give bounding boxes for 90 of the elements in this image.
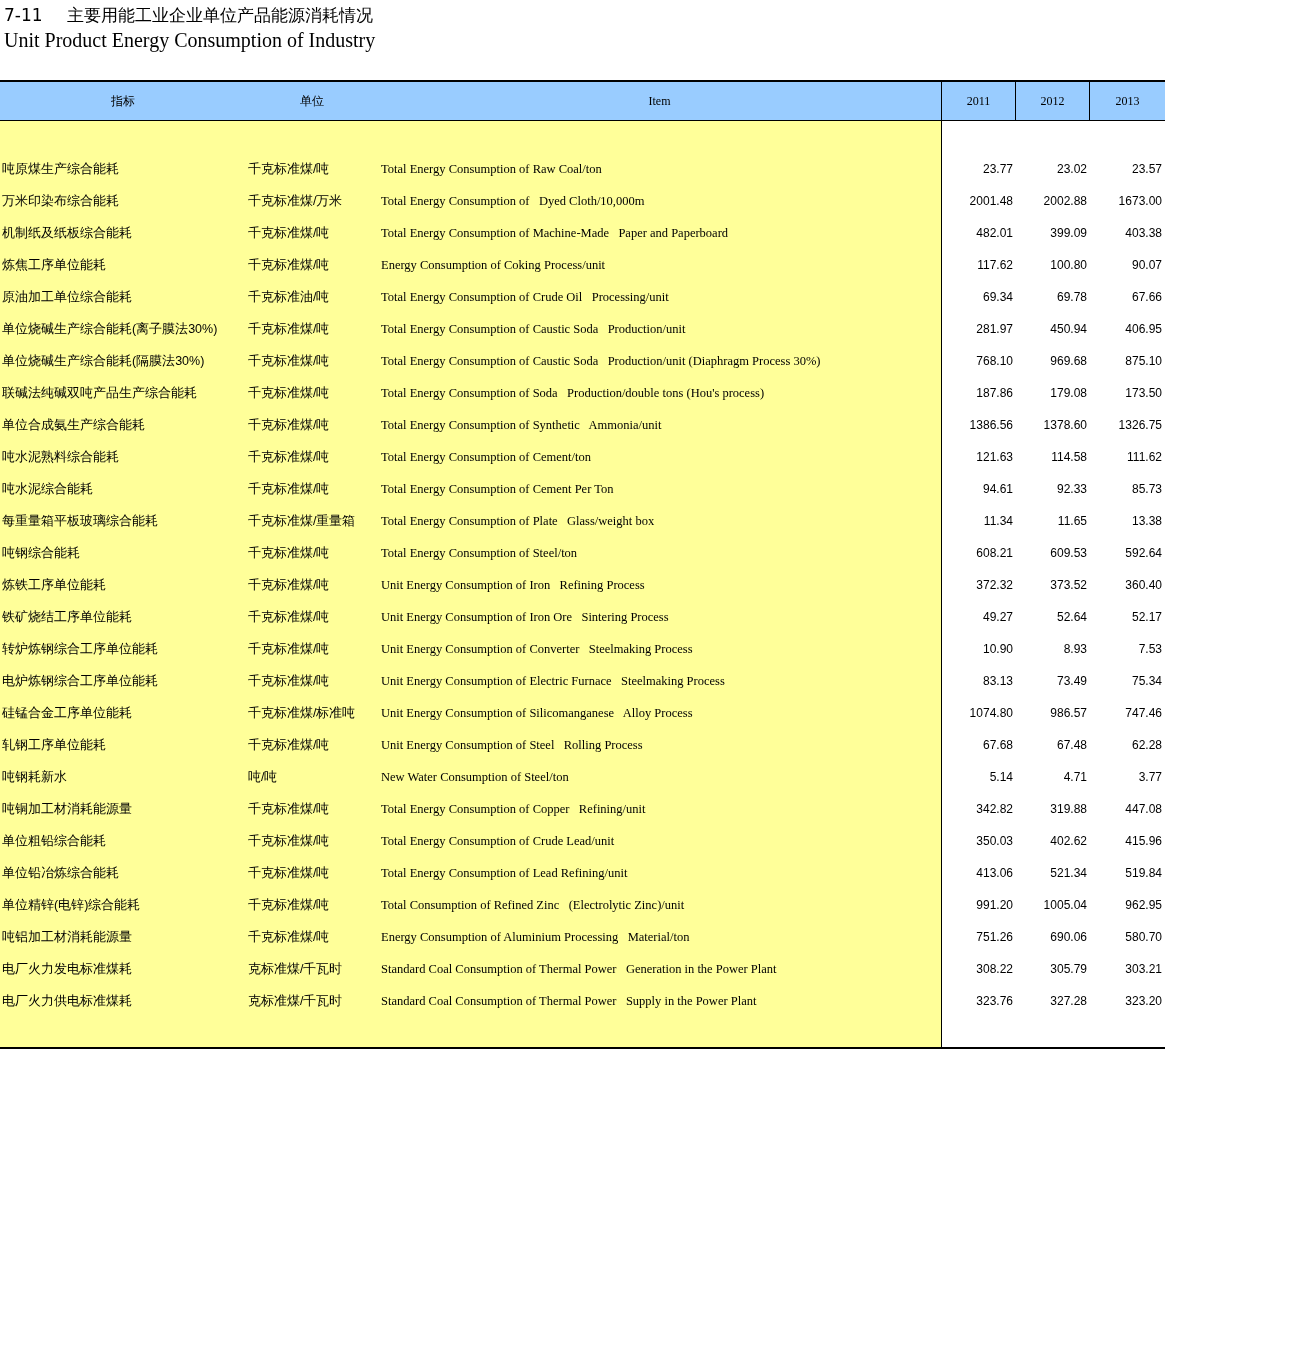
indicator-cell: 原油加工单位综合能耗 xyxy=(0,281,245,313)
column-header: 2012 xyxy=(1016,82,1090,120)
indicator-cell: 吨原煤生产综合能耗 xyxy=(0,153,245,185)
item-cell: Total Energy Consumption of Lead Refining/unit xyxy=(378,857,942,889)
english-title: Unit Product Energy Consumption of Industry xyxy=(3,28,376,54)
unit-cell: 千克标准煤/吨 xyxy=(245,601,378,633)
indicator-cell: 吨钢综合能耗 xyxy=(0,537,245,569)
unit-cell: 克标准煤/千瓦时 xyxy=(245,985,378,1017)
item-cell: Total Energy Consumption of Cement/ton xyxy=(378,441,942,473)
table-number: 7-11 xyxy=(4,4,43,26)
indicator-cell: 轧钢工序单位能耗 xyxy=(0,729,245,761)
unit-cell: 千克标准煤/吨 xyxy=(245,249,378,281)
unit-cell: 吨/吨 xyxy=(245,761,378,793)
unit-cell: 千克标准煤/吨 xyxy=(245,153,378,185)
unit-cell: 千克标准煤/吨 xyxy=(245,633,378,665)
indicator-cell: 每重量箱平板玻璃综合能耗 xyxy=(0,505,245,537)
indicator-cell: 炼铁工序单位能耗 xyxy=(0,569,245,601)
indicator-cell: 铁矿烧结工序单位能耗 xyxy=(0,601,245,633)
indicator-cell: 吨铝加工材消耗能源量 xyxy=(0,921,245,953)
item-cell: Standard Coal Consumption of Thermal Power Generation in the Power Plant xyxy=(378,953,942,985)
indicator-cell: 硅锰合金工序单位能耗 xyxy=(0,697,245,729)
item-cell: Total Energy Consumption of Caustic Soda Production/unit xyxy=(378,313,942,345)
column-header: 2013 xyxy=(1114,92,1141,110)
indicator-cell: 单位精锌(电锌)综合能耗 xyxy=(0,889,245,921)
indicator-cell: 炼焦工序单位能耗 xyxy=(0,249,245,281)
indicator-cell: 吨水泥熟料综合能耗 xyxy=(0,441,245,473)
item-cell: Total Energy Consumption of Soda Production/double tons (Hou's process) xyxy=(378,377,942,409)
unit-cell: 千克标准煤/吨 xyxy=(245,921,378,953)
indicator-cell: 电厂火力发电标准煤耗 xyxy=(0,953,245,985)
item-cell: Total Energy Consumption of Steel/ton xyxy=(378,537,942,569)
unit-cell: 千克标准煤/吨 xyxy=(245,217,378,249)
unit-cell: 千克标准煤/吨 xyxy=(245,665,378,697)
unit-cell: 千克标准煤/重量箱 xyxy=(245,505,378,537)
column-header: 2011 xyxy=(942,82,1016,120)
column-header: Item xyxy=(378,82,942,120)
item-cell: Total Energy Consumption of Crude Lead/unit xyxy=(378,825,942,857)
item-cell: Energy Consumption of Aluminium Processing Material/ton xyxy=(378,921,942,953)
item-cell: Total Energy Consumption of Synthetic Ammonia/unit xyxy=(378,409,942,441)
item-cell: Total Consumption of Refined Zinc (Electrolytic Zinc)/unit xyxy=(378,889,942,921)
indicator-cell: 单位合成氨生产综合能耗 xyxy=(0,409,245,441)
unit-cell: 千克标准煤/吨 xyxy=(245,345,378,377)
unit-cell: 千克标准煤/吨 xyxy=(245,793,378,825)
item-cell: Total Energy Consumption of Copper Refining/unit xyxy=(378,793,942,825)
unit-cell: 千克标准煤/吨 xyxy=(245,441,378,473)
unit-cell: 千克标准油/吨 xyxy=(245,281,378,313)
item-cell: Unit Energy Consumption of Iron Refining Process xyxy=(378,569,942,601)
item-cell: Energy Consumption of Coking Process/unit xyxy=(378,249,942,281)
unit-cell: 千克标准煤/吨 xyxy=(245,889,378,921)
indicator-cell: 电炉炼钢综合工序单位能耗 xyxy=(0,665,245,697)
unit-cell: 千克标准煤/吨 xyxy=(245,857,378,889)
unit-cell: 千克标准煤/标准吨 xyxy=(245,697,378,729)
column-header: 单位 xyxy=(298,92,325,110)
column-header: 指标 xyxy=(109,92,136,110)
item-cell: Total Energy Consumption of Cement Per Ton xyxy=(378,473,942,505)
indicator-cell: 转炉炼钢综合工序单位能耗 xyxy=(0,633,245,665)
item-cell: Total Energy Consumption of Machine-Made Paper and Paperboard xyxy=(378,217,942,249)
unit-cell: 千克标准煤/吨 xyxy=(245,409,378,441)
chinese-title: 主要用能工业企业单位产品能源消耗情况 xyxy=(66,4,373,26)
unit-cell: 千克标准煤/吨 xyxy=(245,377,378,409)
item-cell: Total Energy Consumption of Crude Oil Processing/unit xyxy=(378,281,942,313)
indicator-cell: 单位烧碱生产综合能耗(隔膜法30%) xyxy=(0,345,245,377)
indicator-cell: 单位铅冶炼综合能耗 xyxy=(0,857,245,889)
unit-cell: 千克标准煤/吨 xyxy=(245,537,378,569)
item-cell: Standard Coal Consumption of Thermal Power Supply in the Power Plant xyxy=(378,985,942,1017)
indicator-cell: 万米印染布综合能耗 xyxy=(0,185,245,217)
indicator-cell: 单位粗铅综合能耗 xyxy=(0,825,245,857)
indicator-cell: 单位烧碱生产综合能耗(离子膜法30%) xyxy=(0,313,245,345)
indicator-cell: 吨铜加工材消耗能源量 xyxy=(0,793,245,825)
indicator-cell: 吨钢耗新水 xyxy=(0,761,245,793)
item-cell: Total Energy Consumption of Raw Coal/ton xyxy=(378,153,942,185)
unit-cell: 克标准煤/千瓦时 xyxy=(245,953,378,985)
item-cell: Total Energy Consumption of Caustic Soda Production/unit (Diaphragm Process 30%) xyxy=(378,345,942,377)
indicator-cell: 机制纸及纸板综合能耗 xyxy=(0,217,245,249)
item-cell: Total Energy Consumption of Dyed Cloth/10,000m xyxy=(378,185,942,217)
indicator-cell: 联碱法纯碱双吨产品生产综合能耗 xyxy=(0,377,245,409)
item-cell: Unit Energy Consumption of Silicomanganese Alloy Process xyxy=(378,697,942,729)
unit-cell: 千克标准煤/吨 xyxy=(245,313,378,345)
item-cell: Unit Energy Consumption of Steel Rolling Process xyxy=(378,729,942,761)
indicator-cell: 吨水泥综合能耗 xyxy=(0,473,245,505)
unit-cell: 千克标准煤/吨 xyxy=(245,825,378,857)
indicator-cell: 电厂火力供电标准煤耗 xyxy=(0,985,245,1017)
unit-cell: 千克标准煤/吨 xyxy=(245,569,378,601)
unit-cell: 千克标准煤/吨 xyxy=(245,473,378,505)
item-cell: Unit Energy Consumption of Electric Furnace Steelmaking Process xyxy=(378,665,942,697)
item-cell: New Water Consumption of Steel/ton xyxy=(378,761,942,793)
item-cell: Total Energy Consumption of Plate Glass/weight box xyxy=(378,505,942,537)
unit-cell: 千克标准煤/万米 xyxy=(245,185,378,217)
item-cell: Unit Energy Consumption of Iron Ore Sintering Process xyxy=(378,601,942,633)
item-cell: Unit Energy Consumption of Converter Steelmaking Process xyxy=(378,633,942,665)
unit-cell: 千克标准煤/吨 xyxy=(245,729,378,761)
